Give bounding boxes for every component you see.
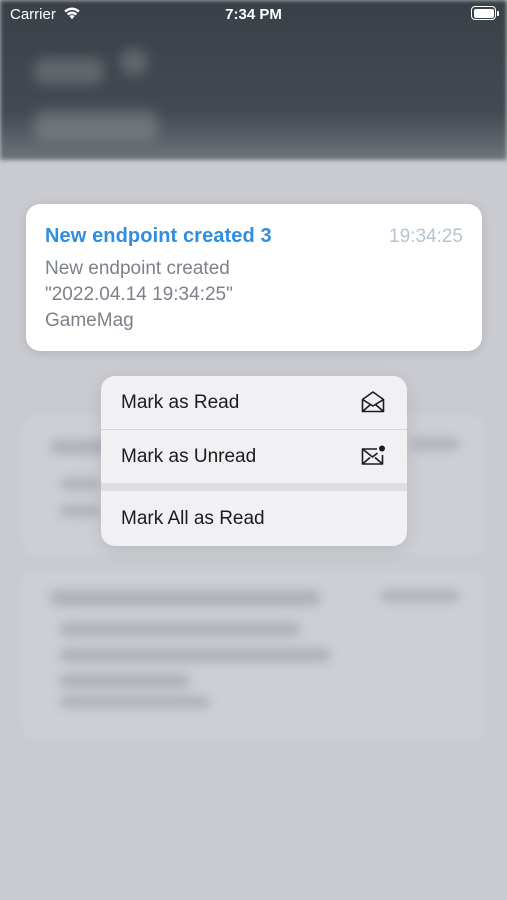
blurred-text-line — [60, 674, 190, 688]
notification-time: 19:34:25 — [389, 226, 463, 247]
mark-all-as-read-menu-item[interactable]: Mark All as Read — [101, 492, 407, 545]
blurred-text-line — [60, 478, 100, 490]
menu-item-label: Mark All as Read — [121, 508, 265, 529]
notification-body-line: New endpoint created — [45, 258, 230, 279]
notification-title: New endpoint created 3 — [45, 225, 272, 247]
status-time: 7:34 PM — [225, 6, 282, 23]
menu-item-label: Mark as Unread — [121, 446, 257, 467]
status-bar: Carrier 7:34 PM — [0, 0, 507, 28]
blurred-nav-icon — [120, 48, 148, 76]
envelope-open-icon — [360, 389, 386, 415]
battery-full-icon — [471, 6, 499, 20]
envelope-unread-icon — [360, 443, 386, 469]
context-menu: Mark as Read Mark as Unread Mark All as … — [101, 376, 407, 546]
blurred-text-line — [60, 622, 300, 636]
blurred-text-line — [60, 648, 330, 662]
notification-body: New endpoint created "2022.04.14 19:34:2… — [45, 256, 465, 334]
notification-body-line: GameMag — [45, 310, 134, 331]
menu-item-label: Mark as Read — [121, 392, 240, 413]
mark-as-read-menu-item[interactable]: Mark as Read — [101, 376, 407, 429]
blurred-text-line — [60, 696, 210, 708]
blurred-text-line — [60, 505, 100, 517]
blurred-text-line — [410, 438, 460, 450]
blurred-large-title — [34, 110, 158, 140]
notification-body-line: "2022.04.14 19:34:25" — [45, 284, 233, 305]
menu-group-separator — [101, 483, 407, 491]
blurred-nav-button — [34, 58, 104, 84]
blurred-text-line — [380, 590, 460, 602]
notification-card[interactable]: New endpoint created 3 19:34:25 New endp… — [26, 204, 482, 351]
blurred-text-line — [50, 590, 320, 606]
mark-as-unread-menu-item[interactable]: Mark as Unread — [101, 430, 407, 483]
